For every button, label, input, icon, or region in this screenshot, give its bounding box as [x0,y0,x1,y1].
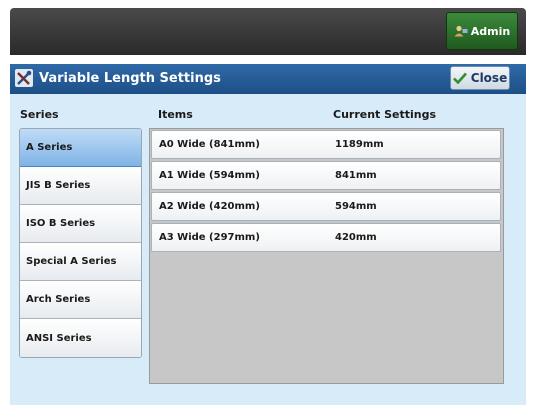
series-item-label: ISO B Series [26,218,96,229]
item-label: A0 Wide (841mm) [159,139,260,150]
item-row[interactable]: A3 Wide (297mm) 420mm [151,223,501,252]
item-current-value: 841mm [335,170,377,181]
page-title: Variable Length Settings [39,71,221,86]
admin-label: Admin [470,24,511,38]
item-label: A1 Wide (594mm) [159,170,260,181]
window-title-bar: Variable Length Settings Close [10,64,526,94]
item-row[interactable]: A2 Wide (420mm) 594mm [151,192,501,221]
admin-button[interactable]: Admin [446,12,518,50]
series-item-jis-b-series[interactable]: JIS B Series [20,167,141,205]
items-list-panel: A0 Wide (841mm) 1189mm A1 Wide (594mm) 8… [149,128,504,384]
series-list: A Series JIS B Series ISO B Series Speci… [19,128,142,358]
series-item-ansi-series[interactable]: ANSI Series [20,319,141,357]
item-row[interactable]: A1 Wide (594mm) 841mm [151,161,501,190]
settings-content: Series Items Current Settings A Series J… [10,94,526,405]
series-item-a-series[interactable]: A Series [20,129,141,167]
items-column-header: Items [158,108,193,121]
series-column-header: Series [20,108,59,121]
item-row[interactable]: A0 Wide (841mm) 1189mm [151,130,501,159]
current-settings-column-header: Current Settings [333,108,437,121]
tools-icon [15,69,33,87]
top-status-bar: Admin [10,8,526,55]
series-item-iso-b-series[interactable]: ISO B Series [20,205,141,243]
item-current-value: 420mm [335,232,377,243]
close-button[interactable]: Close [450,66,510,90]
item-label: A2 Wide (420mm) [159,201,260,212]
series-item-label: Arch Series [26,294,91,305]
series-item-label: A Series [26,142,73,153]
check-icon [452,72,467,84]
series-item-arch-series[interactable]: Arch Series [20,281,141,319]
item-current-value: 1189mm [335,139,384,150]
admin-user-icon [454,25,468,37]
close-label: Close [470,71,508,85]
series-item-label: JIS B Series [26,180,91,191]
series-item-label: Special A Series [26,256,117,267]
item-label: A3 Wide (297mm) [159,232,260,243]
series-item-special-a-series[interactable]: Special A Series [20,243,141,281]
item-current-value: 594mm [335,201,377,212]
series-item-label: ANSI Series [26,332,92,344]
